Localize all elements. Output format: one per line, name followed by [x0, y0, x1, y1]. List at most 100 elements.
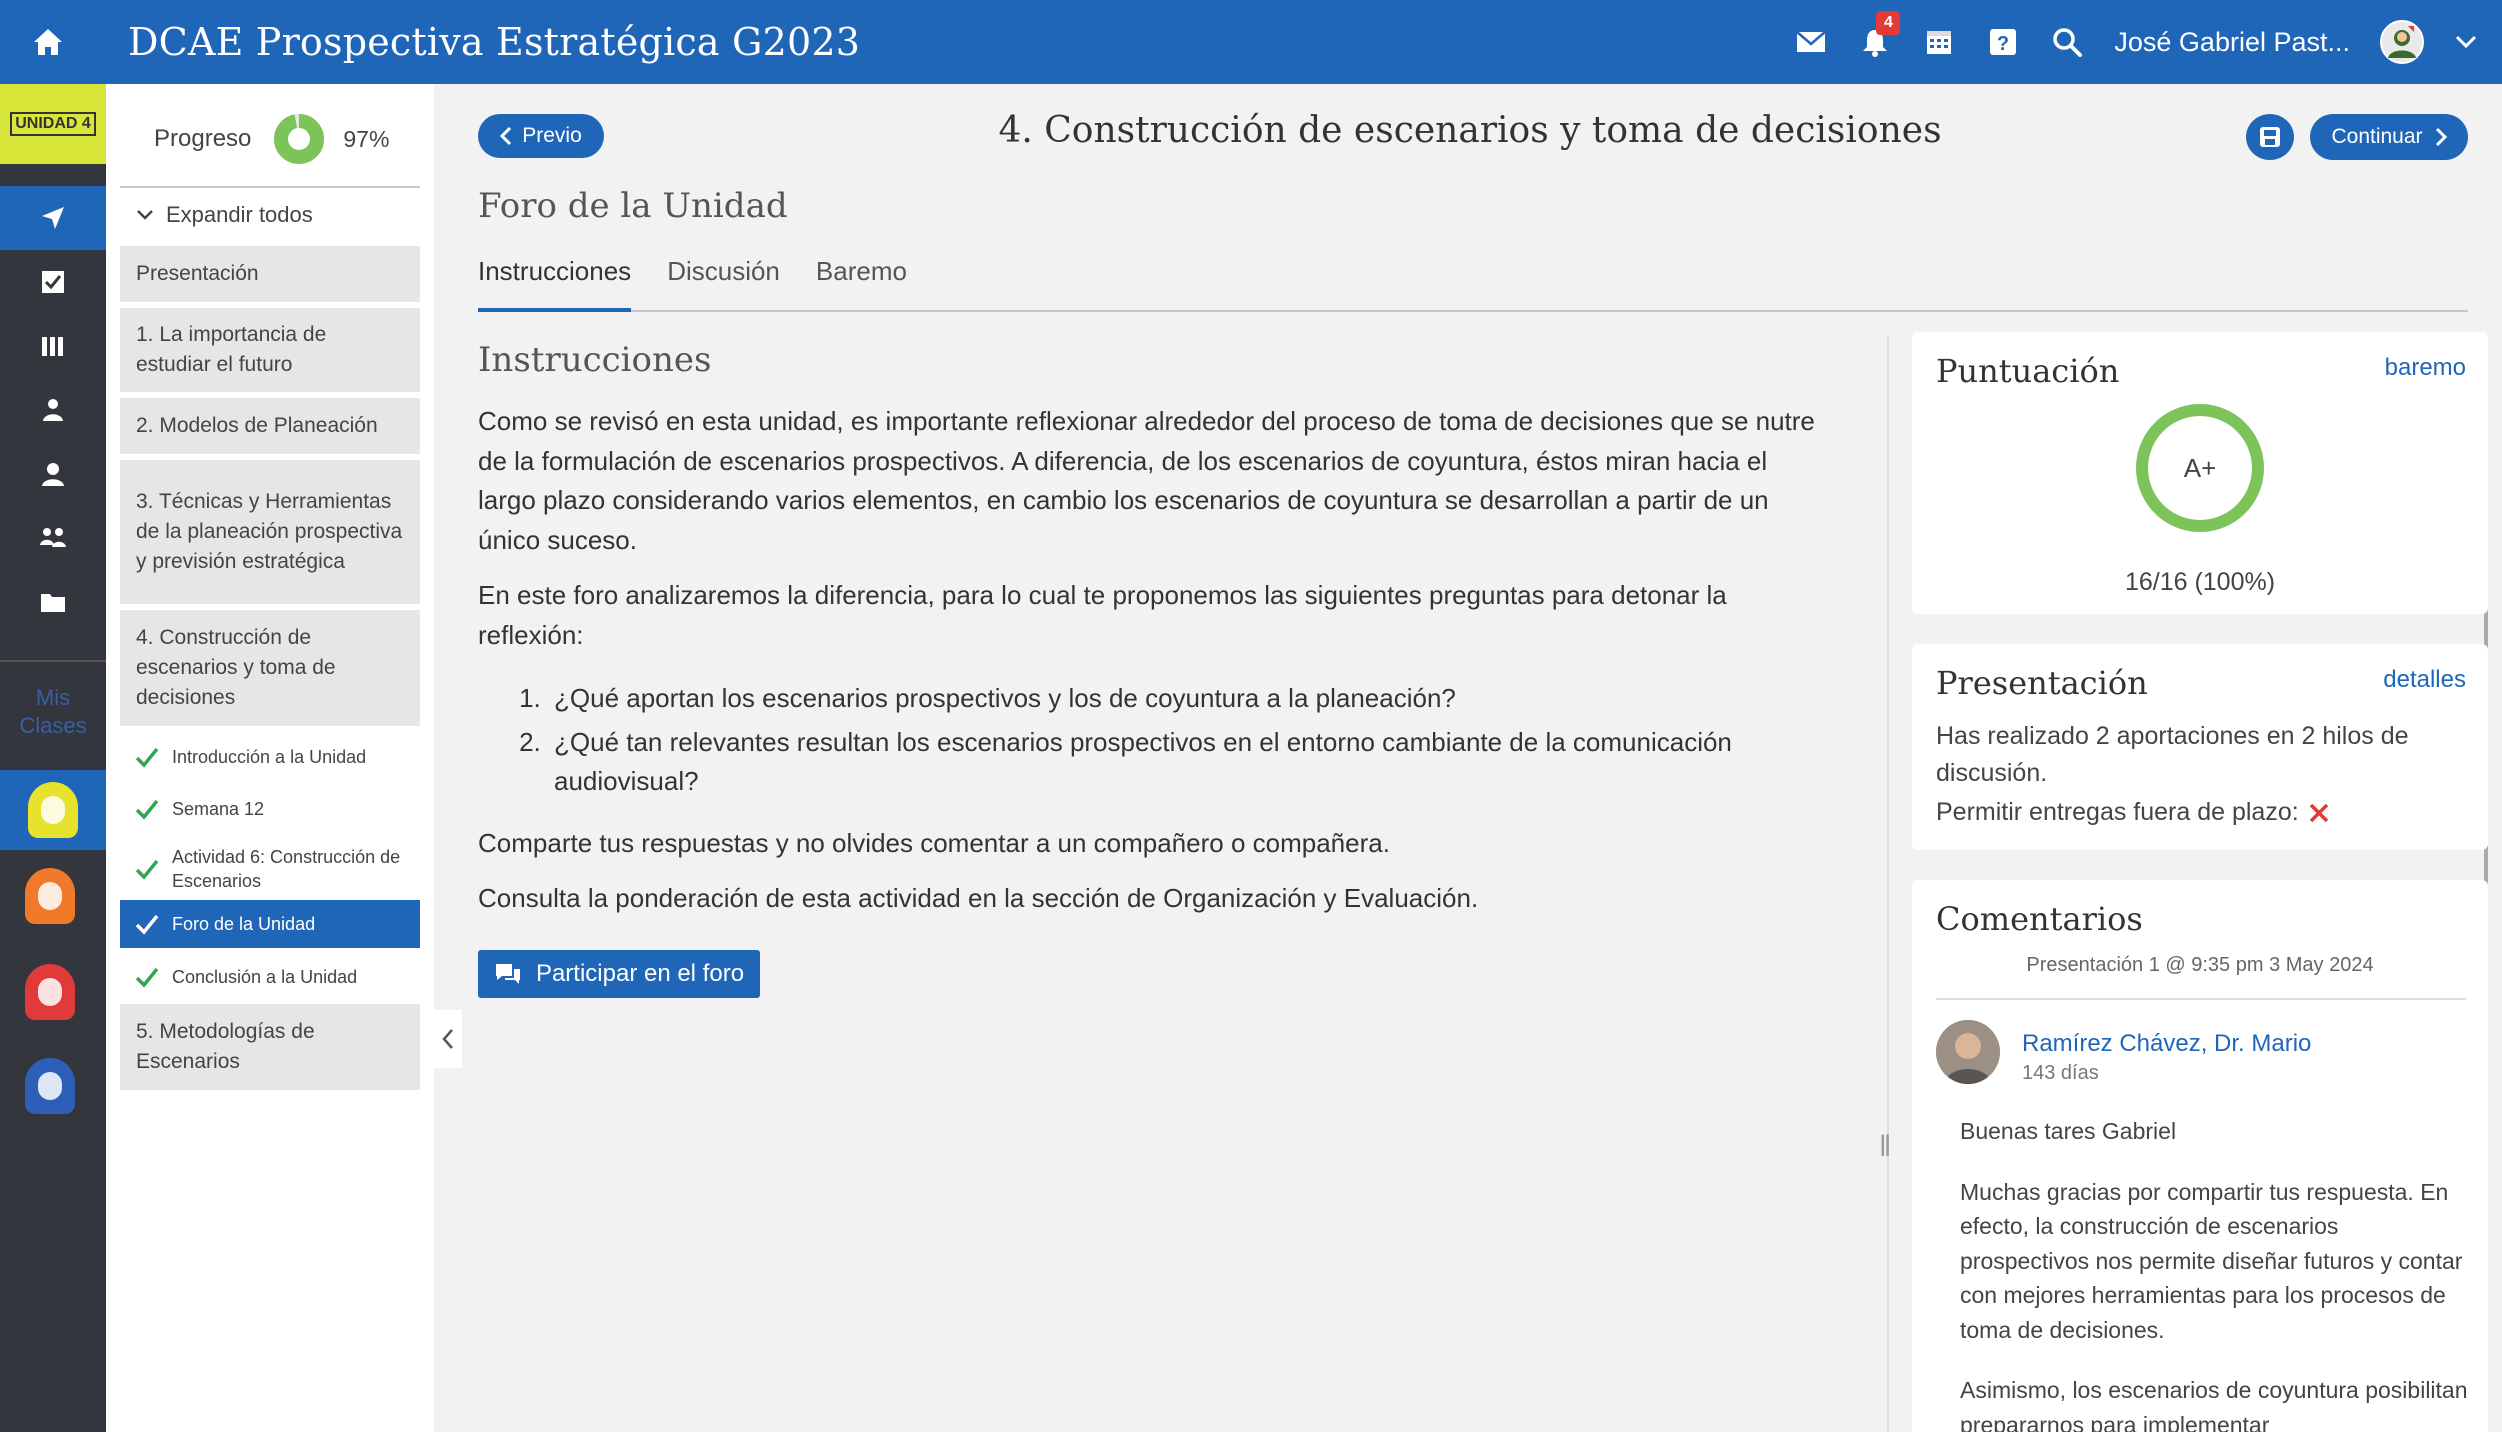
instructions-paragraph: Comparte tus respuestas y no olvides com… — [478, 827, 1390, 858]
rail-item-library[interactable] — [0, 314, 106, 378]
person-photo-icon — [1936, 1020, 2000, 1084]
avatar-icon — [2388, 26, 2416, 58]
class-orange-icon — [25, 868, 75, 924]
mail-button[interactable] — [1794, 25, 1828, 59]
search-button[interactable] — [2050, 25, 2084, 59]
participate-forum-label: Participar en el foro — [535, 960, 745, 987]
panel-divider — [1887, 336, 1889, 1432]
outline-item[interactable]: 5. Metodologías de Escenarios — [120, 1004, 420, 1090]
course-outline: Progreso 97% Expandir todos Presentación… — [106, 84, 434, 1432]
progress-label: Progreso — [154, 125, 252, 152]
outline-subitem-label: Introducción a la Unidad — [172, 747, 367, 767]
collapse-sidebar-button[interactable] — [434, 1010, 462, 1068]
home-button[interactable] — [0, 0, 96, 84]
search-icon — [2053, 28, 2083, 57]
chat-bubbles-icon — [495, 964, 520, 984]
books-icon — [42, 337, 63, 356]
rail-item-tasks[interactable] — [0, 250, 106, 314]
rail-item-community[interactable] — [0, 506, 106, 570]
instructions-paragraph: Como se revisó en esta unidad, es import… — [478, 406, 1815, 555]
check-icon — [135, 859, 159, 880]
outline-divider — [120, 186, 420, 188]
class-orange-button[interactable] — [18, 864, 82, 928]
calendar-icon — [1927, 31, 1952, 54]
outline-item[interactable]: 2. Modelos de Planeación — [120, 398, 420, 454]
outline-item[interactable]: 4. Construcción de escenarios y toma de … — [120, 610, 420, 726]
comment-body: Buenas tares Gabriel Muchas gracias por … — [1960, 1114, 2470, 1432]
presentation-summary: Has realizado 2 aportaciones en 2 hilos … — [1936, 722, 2409, 787]
tab-discusion[interactable]: Discusión — [667, 252, 780, 312]
check-icon — [135, 799, 159, 820]
outline-item[interactable]: Presentación — [120, 246, 420, 302]
outline-subitem[interactable]: Semana 12 — [120, 784, 420, 834]
outline-item[interactable]: 1. La importancia de estudiar el futuro — [120, 308, 420, 392]
resize-handle[interactable]: ‖ — [1879, 1130, 1891, 1164]
folder-icon — [41, 594, 65, 612]
class-red-icon — [25, 964, 75, 1020]
chevron-left-icon — [500, 126, 512, 146]
outline-subitem[interactable]: Conclusión a la Unidad — [120, 952, 420, 1002]
outline-item[interactable]: 3. Técnicas y Herramientas de la planeac… — [120, 460, 420, 604]
previous-button[interactable]: Previo — [478, 114, 604, 158]
check-icon — [135, 747, 159, 768]
user-name[interactable]: José Gabriel Past... — [2114, 27, 2350, 58]
continue-label: Continuar — [2331, 125, 2423, 148]
user-icon — [42, 463, 64, 486]
help-icon: ? — [1990, 29, 2017, 55]
rail-item-groups[interactable] — [0, 378, 106, 442]
continue-button[interactable]: Continuar — [2310, 114, 2468, 160]
comment-meta: Presentación 1 @ 9:35 pm 3 May 2024 — [2026, 954, 2374, 976]
tab-baremo[interactable]: Baremo — [816, 252, 907, 312]
checkbox-icon — [42, 271, 64, 293]
question-item: ¿Qué tan relevantes resultan los escenar… — [548, 723, 1828, 802]
rail-item-profile[interactable] — [0, 442, 106, 506]
participate-forum-button[interactable]: Participar en el foro — [478, 950, 760, 998]
help-button[interactable]: ? — [1986, 25, 2020, 59]
presentation-card: Presentación detalles Has realizado 2 ap… — [1912, 644, 2488, 850]
save-icon — [2260, 127, 2280, 147]
outline-subitem-label: Semana 12 — [172, 799, 265, 819]
outline-subitem[interactable]: Introducción a la Unidad — [120, 732, 420, 782]
questions-list: ¿Qué aportan los escenarios prospectivos… — [548, 679, 1828, 802]
instructions-panel: Instrucciones Como se revisó en esta uni… — [478, 340, 1828, 935]
team-icon — [40, 528, 66, 547]
score-ring: A+ — [2136, 404, 2264, 532]
side-rail: UNIDAD 4 Mis Clases — [0, 84, 106, 1432]
outline-subitem-label: Conclusión a la Unidad — [172, 967, 358, 987]
instructions-paragraph: En este foro analizaremos la diferencia,… — [478, 580, 1727, 650]
comment-paragraph: Muchas gracias por compartir tus respues… — [1960, 1178, 2463, 1343]
outline-subitem-active[interactable]: Foro de la Unidad — [120, 900, 420, 948]
tab-instrucciones[interactable]: Instrucciones — [478, 252, 632, 312]
outline-item-label: 1. La importancia de estudiar el futuro — [136, 323, 327, 376]
class-red-button[interactable] — [18, 960, 82, 1024]
late-submission-label: Permitir entregas fuera de plazo: — [1936, 798, 2299, 826]
expand-all-label: Expandir todos — [166, 202, 313, 227]
commenter-name[interactable]: Ramírez Chávez, Dr. Mario — [2022, 1030, 2311, 1058]
class-yellow-button[interactable] — [0, 770, 106, 850]
presentation-card-title: Presentación — [1936, 664, 2148, 702]
commenter-avatar — [1936, 1020, 2000, 1084]
rail-item-navigate[interactable] — [0, 186, 106, 250]
top-actions: 4 ? José Gabriel Past... — [1794, 0, 2478, 84]
outline-subitem[interactable]: Actividad 6: Construcción de Escenarios — [120, 836, 420, 902]
calendar-button[interactable] — [1922, 25, 1956, 59]
save-button[interactable] — [2246, 114, 2294, 160]
rail-item-files[interactable] — [0, 570, 106, 634]
notifications-button[interactable]: 4 — [1858, 11, 1901, 59]
user-avatar[interactable] — [2380, 20, 2424, 64]
comment-age: 143 días — [2022, 1062, 2099, 1084]
check-icon — [135, 967, 159, 988]
rubric-link[interactable]: baremo — [2385, 354, 2466, 382]
comments-card: Comentarios Presentación 1 @ 9:35 pm 3 M… — [1912, 880, 2488, 1432]
class-yellow-icon — [28, 782, 78, 838]
chevron-right-icon — [2435, 127, 2447, 147]
expand-all-button[interactable]: Expandir todos — [136, 202, 313, 228]
app-title: DCAE Prospectiva Estratégica G2023 — [128, 20, 861, 64]
activity-title: Foro de la Unidad — [478, 186, 788, 226]
unit-badge[interactable]: UNIDAD 4 — [0, 84, 106, 164]
chevron-down-icon[interactable] — [2454, 34, 2478, 50]
class-blue-button[interactable] — [18, 1054, 82, 1118]
class-blue-icon — [25, 1058, 75, 1114]
chevron-left-icon — [442, 1029, 453, 1049]
details-link[interactable]: detalles — [2383, 666, 2466, 694]
